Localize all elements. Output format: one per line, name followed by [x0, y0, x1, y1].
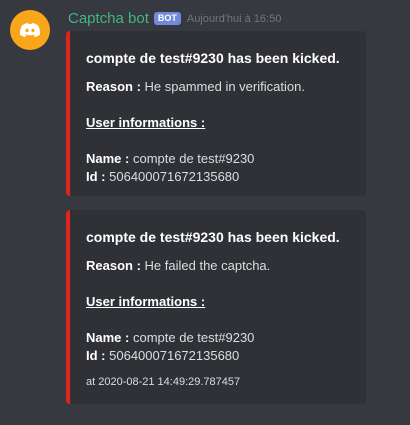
- chat-message: Captcha bot BOT Aujourd'hui à 16:50 comp…: [0, 0, 410, 425]
- name-value: compte de test#9230: [132, 330, 255, 345]
- embed-title: compte de test#9230 has been kicked.: [86, 50, 340, 66]
- id-label: Id :: [86, 169, 106, 184]
- reason-label: Reason :: [86, 258, 141, 273]
- discord-logo-icon: [19, 23, 41, 37]
- reason-value: He spammed in verification.: [144, 79, 305, 94]
- bot-avatar[interactable]: [10, 10, 50, 50]
- user-info-heading: User informations :: [86, 115, 206, 130]
- id-value: 506400071672135680: [109, 348, 240, 363]
- name-value: compte de test#9230: [132, 151, 255, 166]
- user-info-heading: User informations :: [86, 294, 206, 309]
- embed-reason: Reason : He failed the captcha.: [86, 257, 352, 275]
- kick-embed: compte de test#9230 has been kicked. Rea…: [66, 31, 366, 196]
- embed-user-id: Id : 506400071672135680: [86, 347, 352, 365]
- reason-value: He failed the captcha.: [144, 258, 271, 273]
- message-header: Captcha bot BOT Aujourd'hui à 16:50: [68, 10, 281, 28]
- bot-tag: BOT: [153, 11, 181, 25]
- reason-label: Reason :: [86, 79, 141, 94]
- embed-user-name: Name : compte de test#9230: [86, 150, 352, 168]
- username[interactable]: Captcha bot: [68, 10, 149, 28]
- id-label: Id :: [86, 348, 106, 363]
- name-label: Name :: [86, 151, 130, 166]
- embed-user-id: Id : 506400071672135680: [86, 168, 352, 186]
- name-label: Name :: [86, 330, 130, 345]
- message-timestamp: Aujourd'hui à 16:50: [186, 13, 282, 25]
- embed-title: compte de test#9230 has been kicked.: [86, 229, 340, 245]
- id-value: 506400071672135680: [109, 169, 240, 184]
- embed-user-name: Name : compte de test#9230: [86, 329, 352, 347]
- kick-embed: compte de test#9230 has been kicked. Rea…: [66, 210, 366, 404]
- embed-reason: Reason : He spammed in verification.: [86, 78, 352, 96]
- embed-footer-timestamp: at 2020-08-21 14:49:29.787457: [86, 376, 241, 388]
